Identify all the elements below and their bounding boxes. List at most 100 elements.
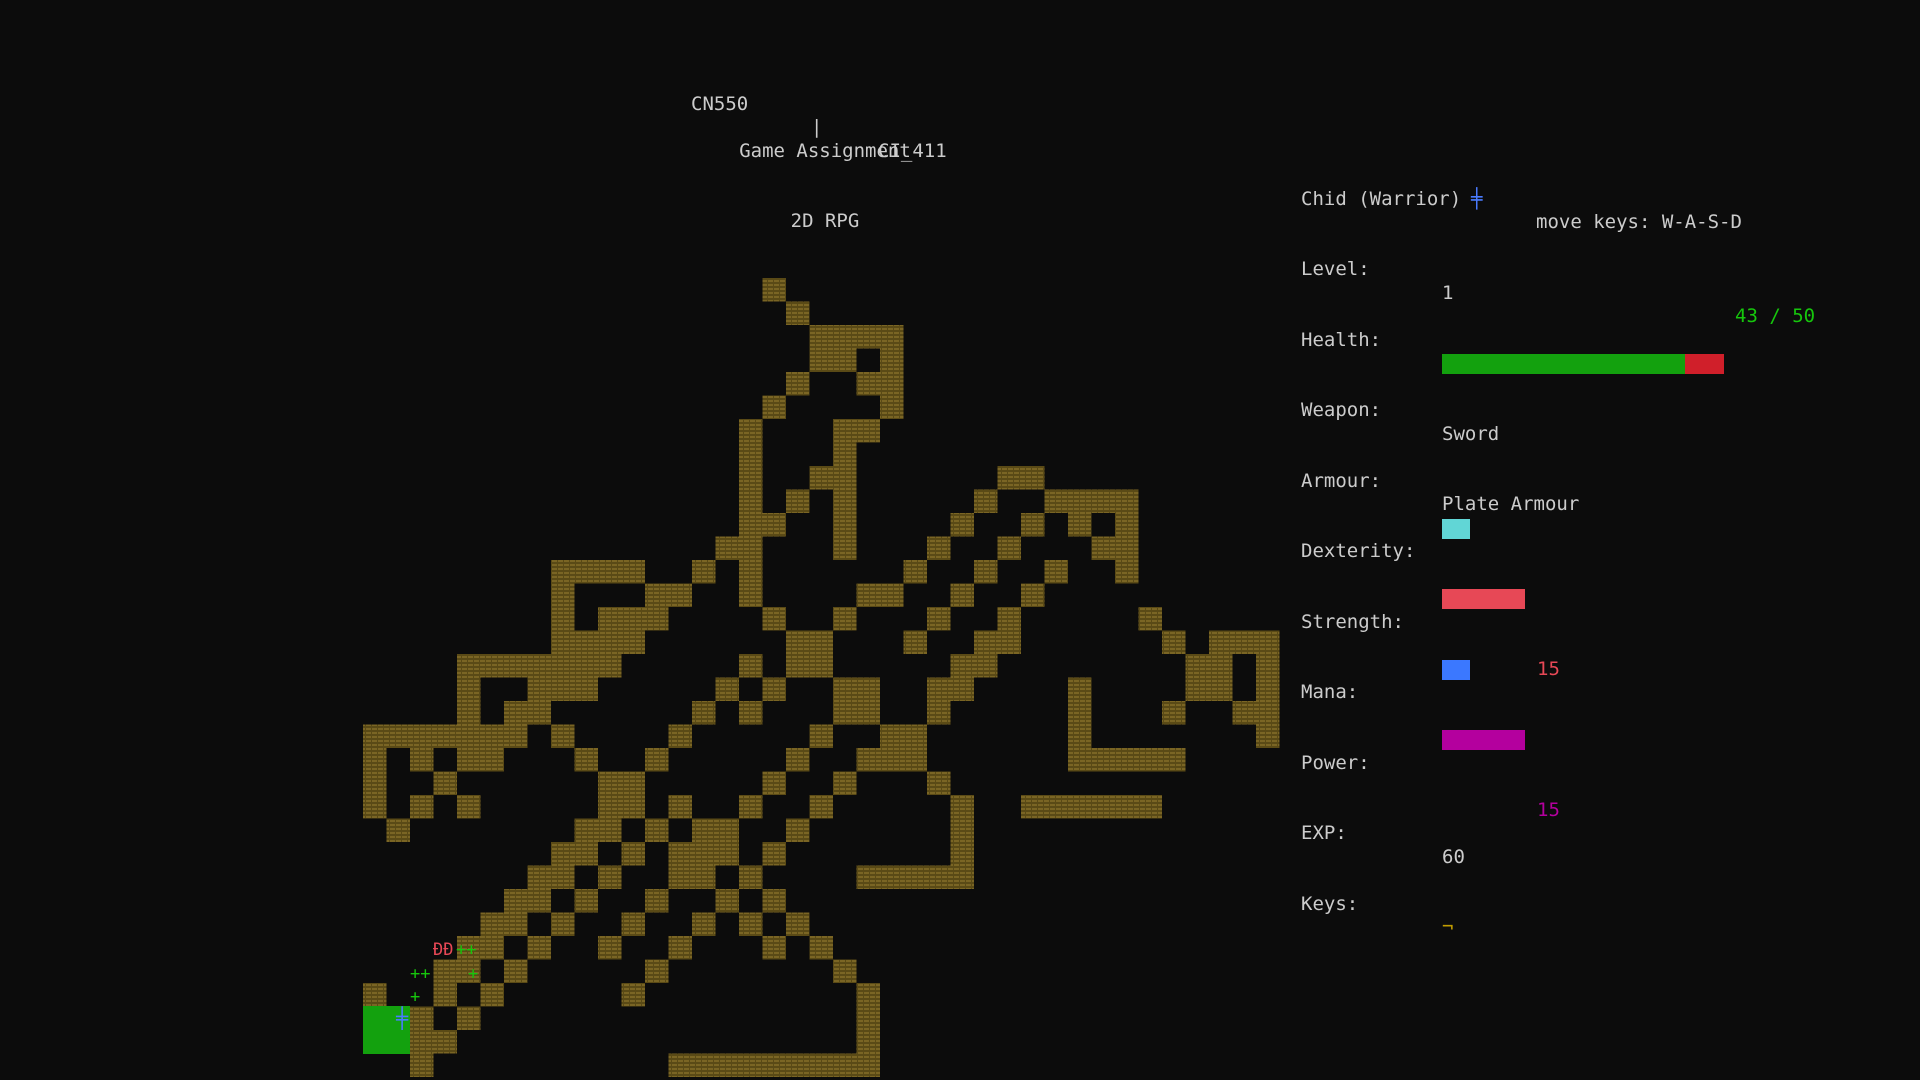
wall-tile [1115, 536, 1139, 560]
wall-tile [504, 912, 528, 936]
health-bar-fill [1442, 354, 1685, 374]
wall-tile [692, 701, 716, 725]
stat-label: Weapon: [1301, 399, 1382, 421]
wall-tile [551, 912, 575, 936]
wall-tile [856, 748, 880, 772]
wall-tile [856, 325, 880, 349]
wall-tile [762, 889, 786, 913]
item-pickup-marker: + [410, 987, 420, 1007]
wall-tile [856, 677, 880, 701]
wall-tile [950, 677, 974, 701]
wall-tile [480, 912, 504, 936]
wall-tile [410, 1053, 434, 1077]
wall-tile [692, 818, 716, 842]
wall-tile [551, 865, 575, 889]
wall-tile [668, 1053, 692, 1077]
wall-tile [715, 889, 739, 913]
wall-tile [551, 630, 575, 654]
wall-tile [950, 865, 974, 889]
wall-tile [927, 536, 951, 560]
strength-value: 15 [1537, 657, 1560, 680]
key-icon: ¬ [1442, 916, 1454, 938]
wall-tile [856, 1053, 880, 1077]
stat-value: 1 [1442, 281, 1454, 304]
wall-tile [410, 724, 434, 748]
enemy-marker: ÐÐ [433, 940, 453, 960]
wall-tile [1068, 724, 1092, 748]
wall-tile [1256, 654, 1280, 678]
wall-tile [598, 795, 622, 819]
wall-tile [692, 842, 716, 866]
wall-tile [739, 865, 763, 889]
wall-tile [574, 842, 598, 866]
wall-tile [809, 466, 833, 490]
wall-tile [1115, 513, 1139, 537]
wall-tile [551, 724, 575, 748]
wall-tile [645, 607, 669, 631]
wall-tile [1068, 489, 1092, 513]
wall-tile [480, 724, 504, 748]
stat-label: EXP: [1301, 822, 1347, 844]
wall-tile [363, 748, 387, 772]
wall-tile [833, 419, 857, 443]
wall-tile [363, 795, 387, 819]
wall-tile [880, 348, 904, 372]
wall-tile [1209, 654, 1233, 678]
wall-tile [621, 912, 645, 936]
stat-label: Keys: [1301, 892, 1359, 915]
wall-tile [574, 889, 598, 913]
wall-tile [880, 724, 904, 748]
wall-tile [1044, 489, 1068, 513]
enemy-pickup-marker: ++ [456, 940, 476, 960]
wall-tile [739, 795, 763, 819]
character-stats-panel: Chid (Warrior) ╪ move keys: W-A-S-D Level… [1301, 117, 1815, 939]
wall-tile [457, 748, 481, 772]
wall-tile [833, 442, 857, 466]
wall-tile [1115, 560, 1139, 584]
wall-tile [363, 771, 387, 795]
wall-tile [950, 818, 974, 842]
wall-tile [880, 583, 904, 607]
wall-tile [786, 489, 810, 513]
wall-tile [1115, 748, 1139, 772]
wall-tile [598, 560, 622, 584]
wall-tile [715, 818, 739, 842]
wall-tile [1021, 466, 1045, 490]
wall-tile [880, 395, 904, 419]
wall-tile [1021, 583, 1045, 607]
wall-tile [527, 889, 551, 913]
wall-tile [1021, 513, 1045, 537]
wall-tile [762, 677, 786, 701]
wall-tile [833, 1053, 857, 1077]
wall-tile [551, 654, 575, 678]
wall-tile [786, 1053, 810, 1077]
wall-tile [1162, 630, 1186, 654]
wall-tile [551, 560, 575, 584]
wall-tile [480, 936, 504, 960]
wall-tile [856, 983, 880, 1007]
wall-tile [645, 818, 669, 842]
wall-tile [551, 607, 575, 631]
wall-tile [1068, 795, 1092, 819]
wall-tile [927, 701, 951, 725]
stat-keys: Keys: ¬ [1301, 869, 1453, 939]
wall-tile [386, 818, 410, 842]
wall-tile [833, 959, 857, 983]
wall-tile [927, 607, 951, 631]
wall-tile [739, 560, 763, 584]
health-value: 43 / 50 [1735, 305, 1816, 327]
wall-tile [386, 724, 410, 748]
wall-tile [668, 842, 692, 866]
dungeon-walls [363, 278, 1280, 1077]
move-keys-hint: move keys: W-A-S-D [1536, 211, 1742, 233]
wall-tile [1091, 795, 1115, 819]
wall-tile [903, 865, 927, 889]
wall-tile [739, 701, 763, 725]
wall-tile [739, 536, 763, 560]
wall-tile [786, 748, 810, 772]
wall-tile [715, 536, 739, 560]
wall-tile [668, 865, 692, 889]
wall-tile [1138, 748, 1162, 772]
wall-tile [668, 583, 692, 607]
wall-tile [715, 1053, 739, 1077]
